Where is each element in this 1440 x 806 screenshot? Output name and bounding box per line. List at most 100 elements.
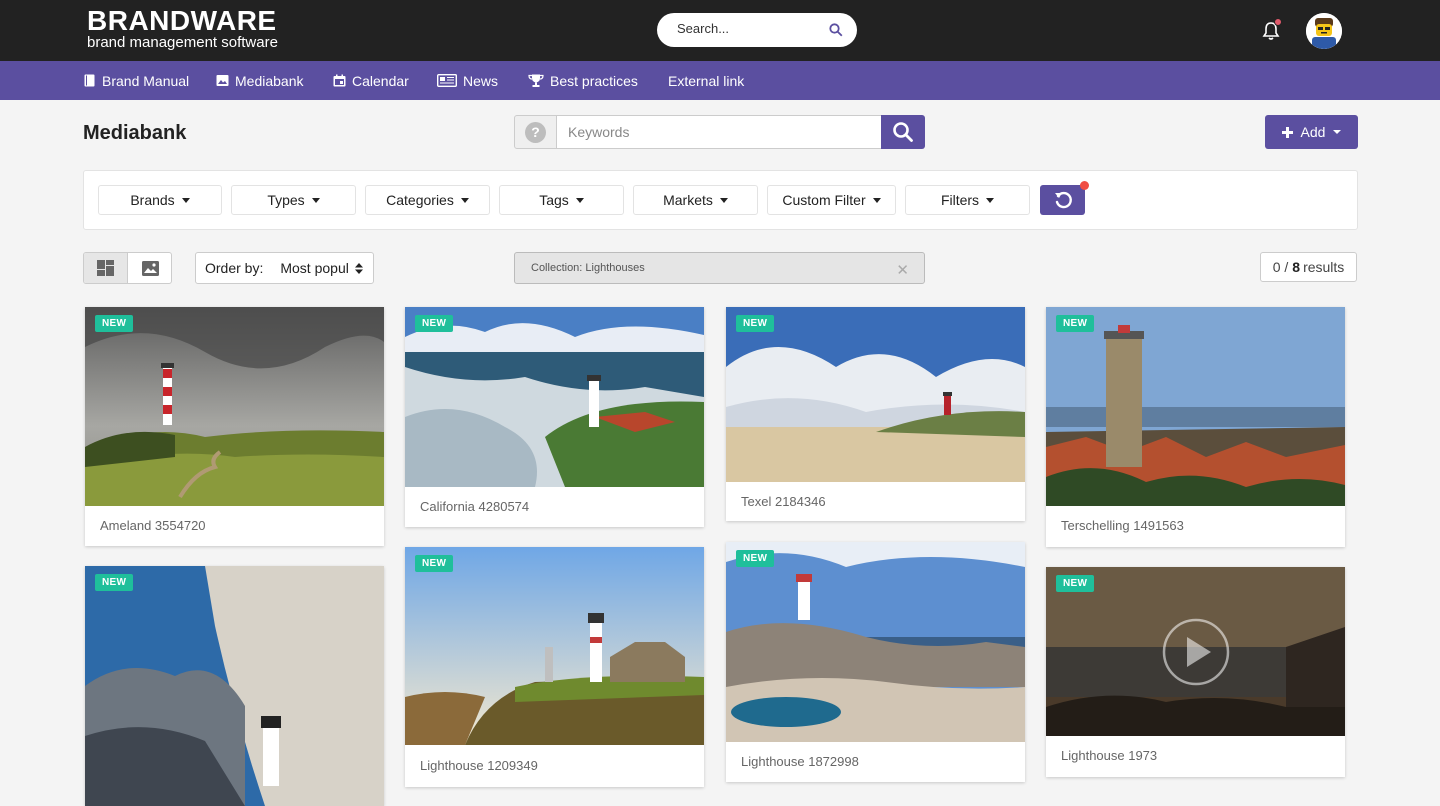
keyword-search-button[interactable]	[881, 115, 925, 149]
nav-label: External link	[668, 72, 745, 89]
logo-brand: BRANDWARE	[87, 5, 277, 36]
filter-brands[interactable]: Brands	[98, 185, 222, 215]
filter-label: Markets	[663, 192, 713, 208]
avatar[interactable]	[1306, 13, 1342, 49]
filter-label: Filters	[940, 192, 980, 208]
media-thumbnail	[85, 307, 384, 506]
nav-label: News	[463, 72, 499, 89]
new-badge: NEW	[736, 315, 775, 332]
chevron-down-icon	[1333, 130, 1342, 134]
reset-filters-button[interactable]	[1040, 185, 1085, 215]
dashboard-grid-icon	[97, 260, 114, 276]
new-badge: NEW	[95, 574, 134, 591]
nav-calendar[interactable]: Calendar	[333, 61, 409, 100]
add-button-label: Add	[1300, 124, 1326, 140]
media-title: Lighthouse 1209349	[420, 758, 538, 773]
caret-down-icon	[181, 197, 190, 203]
global-search-input[interactable]	[677, 21, 817, 36]
media-card[interactable]: NEW Ameland 3554720	[85, 307, 384, 546]
filter-label: Brands	[130, 192, 175, 208]
media-card[interactable]: NEW Terschelling 1491563	[1046, 307, 1345, 547]
media-card[interactable]: NEW Lighthouse 1872998	[726, 542, 1025, 782]
brandware-logo[interactable]: BRANDWARE brand management software	[87, 5, 278, 51]
view-toggle	[83, 252, 172, 284]
filter-categories[interactable]: Categories	[365, 185, 490, 215]
order-by-select[interactable]: Order by: Most popul	[195, 252, 374, 284]
collection-tag-label: Collection: Lighthouses	[531, 262, 645, 274]
nav-label: Brand Manual	[102, 72, 190, 89]
add-button[interactable]: Add	[1265, 115, 1358, 149]
nav-label: Best practices	[550, 72, 638, 89]
media-card[interactable]: NEW Lighthouse 1209349	[405, 547, 704, 787]
top-bar: BRANDWARE brand management software	[0, 0, 1440, 61]
grid-view-button[interactable]	[84, 253, 128, 283]
filter-label: Tags	[539, 192, 569, 208]
image-view-button[interactable]	[128, 253, 171, 283]
caret-down-icon	[575, 197, 584, 203]
keyword-help-button[interactable]: ?	[514, 115, 557, 149]
search-icon[interactable]	[829, 23, 843, 37]
main-nav: Brand Manual Mediabank Calendar News Bes…	[0, 61, 1440, 100]
caret-down-icon	[986, 197, 995, 203]
caret-down-icon	[872, 197, 881, 203]
keyword-search-field[interactable]	[556, 115, 882, 149]
nav-best-practices[interactable]: Best practices	[528, 61, 638, 100]
new-badge: NEW	[736, 550, 775, 567]
filter-filters[interactable]: Filters	[905, 185, 1030, 215]
newspaper-icon	[437, 74, 457, 87]
results-word: results	[1303, 259, 1345, 275]
media-title: Texel 2184346	[741, 494, 826, 509]
nav-mediabank[interactable]: Mediabank	[216, 61, 304, 100]
image-icon	[141, 260, 159, 276]
nav-news[interactable]: News	[437, 61, 498, 100]
media-title: Ameland 3554720	[100, 518, 206, 533]
play-icon[interactable]	[1161, 617, 1231, 687]
keyword-search-input[interactable]	[568, 124, 868, 140]
image-icon	[216, 75, 229, 86]
media-thumbnail	[85, 566, 384, 806]
results-total: 8	[1292, 259, 1301, 275]
filter-panel: Brands Types Categories Tags Markets Cus…	[83, 170, 1358, 230]
filter-label: Categories	[386, 192, 454, 208]
search-icon	[893, 122, 913, 142]
filter-tags[interactable]: Tags	[499, 185, 624, 215]
page-title: Mediabank	[83, 122, 187, 144]
nav-brand-manual[interactable]: Brand Manual	[83, 61, 189, 100]
caret-down-icon	[719, 197, 728, 203]
global-search[interactable]	[657, 13, 857, 47]
close-icon[interactable]: ✕	[896, 261, 909, 279]
filter-label: Types	[267, 192, 305, 208]
order-by-label: Order by:	[205, 260, 264, 276]
results-count: 0 / 8 results	[1260, 252, 1357, 282]
media-title: California 4280574	[420, 499, 530, 514]
filter-markets[interactable]: Markets	[633, 185, 758, 215]
nav-external-link[interactable]: External link	[668, 61, 744, 100]
logo-subtitle: brand management software	[87, 34, 278, 51]
filter-custom[interactable]: Custom Filter	[767, 185, 896, 215]
caret-down-icon	[460, 197, 469, 203]
media-thumbnail	[1046, 307, 1345, 506]
media-card[interactable]: NEW California 4280574	[405, 307, 704, 527]
calendar-icon	[333, 74, 346, 87]
media-card[interactable]: NEW	[85, 566, 384, 806]
media-title: Lighthouse 1973	[1061, 748, 1158, 763]
media-card[interactable]: NEW Texel 2184346	[726, 307, 1025, 521]
plus-icon	[1281, 126, 1293, 138]
media-thumbnail	[726, 307, 1025, 482]
nav-label: Calendar	[352, 72, 409, 89]
book-icon	[84, 74, 95, 87]
nav-label: Mediabank	[235, 72, 304, 89]
media-thumbnail	[405, 307, 704, 487]
filter-types[interactable]: Types	[231, 185, 356, 215]
filter-label: Custom Filter	[782, 192, 866, 208]
media-title: Lighthouse 1872998	[741, 754, 859, 769]
notification-dot	[1274, 18, 1282, 26]
media-card[interactable]: NEW Lighthouse 1973	[1046, 567, 1345, 777]
caret-down-icon	[311, 197, 320, 203]
media-thumbnail	[726, 542, 1025, 742]
sort-arrows-icon	[355, 263, 363, 274]
undo-icon	[1054, 191, 1072, 209]
new-badge: NEW	[95, 315, 134, 332]
media-thumbnail	[405, 547, 704, 745]
new-badge: NEW	[415, 555, 454, 572]
